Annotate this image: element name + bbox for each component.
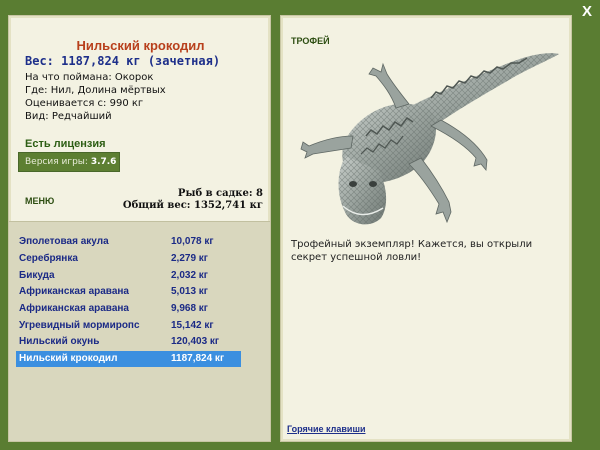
fish-row-weight: 1187,824 кг xyxy=(171,353,225,364)
version-badge: Версия игры: 3.7.6 xyxy=(18,152,120,172)
fish-row-name: Угревидный мормиропс xyxy=(19,320,140,331)
fish-row-weight: 15,142 кг xyxy=(171,320,214,331)
trophy-message: Трофейный экземпляр! Кажется, вы открыли… xyxy=(291,239,533,263)
fish-row-weight: 9,968 кг xyxy=(171,303,208,314)
fish-row[interactable]: Серебрянка 2,279 кг xyxy=(16,251,241,267)
fish-row-name: Африканская аравана xyxy=(19,303,129,314)
hotkeys-link[interactable]: Горячие клавиши xyxy=(287,424,365,434)
fish-row[interactable]: Бикуда 2,032 кг xyxy=(16,268,241,284)
catch-info-panel: Нильский крокодил Вес: 1187,824 кг (заче… xyxy=(8,15,271,442)
fish-row-weight: 2,279 кг xyxy=(171,253,208,264)
version-label: Версия игры: xyxy=(25,157,88,167)
close-button[interactable]: X xyxy=(579,4,595,20)
fish-row-weight: 120,403 кг xyxy=(171,336,220,347)
fish-title: Нильский крокодил xyxy=(76,38,205,53)
keepnet-summary: Рыб в садке: 8 Общий вес: 1352,741 кг xyxy=(123,188,263,212)
fish-row[interactable]: Африканская аравана 5,013 кг xyxy=(16,284,241,300)
fish-row-name: Африканская аравана xyxy=(19,286,129,297)
rarity-info: Вид: Редчайший xyxy=(25,111,112,122)
fish-row-weight: 5,013 кг xyxy=(171,286,208,297)
fish-row[interactable]: Эполетовая акула 10,078 кг xyxy=(16,234,241,250)
fish-row-name: Серебрянка xyxy=(19,253,78,264)
fish-row-selected[interactable]: Нильский крокодил 1187,824 кг xyxy=(16,351,241,367)
fish-row-weight: 10,078 кг xyxy=(171,236,214,247)
bait-info: На что поймана: Окорок xyxy=(25,72,154,83)
fish-weight: Вес: 1187,824 кг (зачетная) xyxy=(25,54,221,68)
fish-row-name: Нильский окунь xyxy=(19,336,100,347)
fish-row[interactable]: Нильский окунь 120,403 кг xyxy=(16,334,241,350)
fish-row[interactable]: Африканская аравана 9,968 кг xyxy=(16,301,241,317)
value-info: Оценивается с: 990 кг xyxy=(25,98,144,109)
fish-row-name: Бикуда xyxy=(19,270,55,281)
fish-row-name: Эполетовая акула xyxy=(19,236,109,247)
crocodile-image xyxy=(300,53,559,225)
close-icon: X xyxy=(581,3,592,20)
license-status: Есть лицензия xyxy=(25,138,106,150)
location-info: Где: Нил, Долина мёртвых xyxy=(25,85,166,96)
menu-button[interactable]: МЕНЮ xyxy=(25,196,54,206)
trophy-panel: ТРОФЕЙ Трофейный экземпляр! Кажется, вы … xyxy=(280,15,572,442)
keepnet-total: Общий вес: 1352,741 кг xyxy=(122,200,263,211)
version-number: 3.7.6 xyxy=(90,157,117,167)
fish-list: Эполетовая акула 10,078 кг Серебрянка 2,… xyxy=(9,221,270,441)
fish-row-weight: 2,032 кг xyxy=(171,270,208,281)
keepnet-count: Рыб в садке: 8 xyxy=(177,188,263,199)
fish-row-name: Нильский крокодил xyxy=(19,353,118,364)
fish-row[interactable]: Угревидный мормиропс 15,142 кг xyxy=(16,318,241,334)
